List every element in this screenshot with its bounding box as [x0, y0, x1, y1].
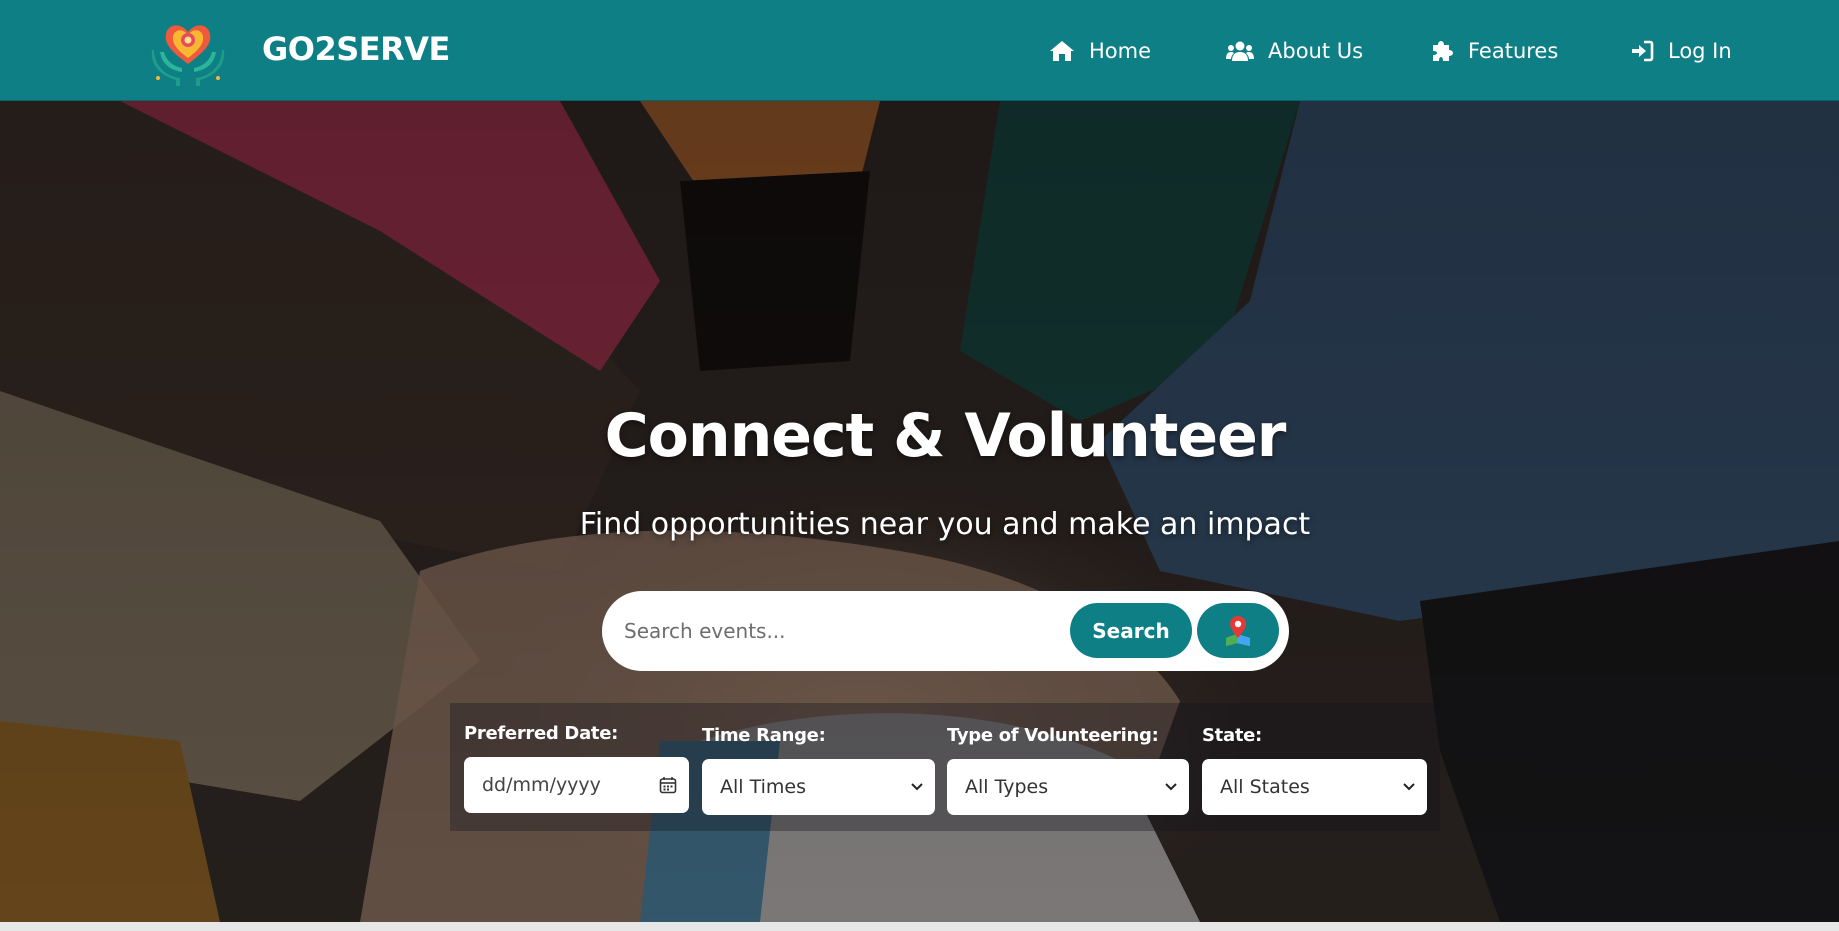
state-filter-select[interactable]: All States — [1202, 759, 1427, 815]
nav-log-in[interactable]: Log In — [1630, 34, 1732, 68]
map-search-button[interactable] — [1197, 603, 1279, 658]
filter-panel: Preferred Date: dd/mm/yyyy Time Range: A… — [450, 703, 1440, 831]
search-button[interactable]: Search — [1070, 603, 1192, 658]
home-icon — [1050, 41, 1074, 61]
map-pin-icon — [1226, 615, 1250, 646]
nav-log-in-label: Log In — [1668, 39, 1732, 63]
search-bar: Search — [602, 591, 1289, 671]
chevron-down-icon — [911, 783, 923, 791]
nav-home[interactable]: Home — [1049, 34, 1151, 68]
page-bottom-edge — [0, 922, 1839, 931]
nav-about-us[interactable]: About Us — [1226, 34, 1363, 68]
calendar-icon[interactable] — [659, 776, 677, 794]
search-input[interactable] — [624, 607, 1044, 655]
hero-title: Connect & Volunteer — [604, 401, 1287, 471]
nav-features[interactable]: Features — [1430, 34, 1558, 68]
state-filter-label: State: — [1202, 725, 1262, 746]
users-icon — [1226, 41, 1254, 61]
state-filter-value: All States — [1220, 776, 1310, 798]
time-filter-value: All Times — [720, 776, 806, 798]
date-filter-label: Preferred Date: — [464, 723, 619, 744]
sign-in-icon — [1632, 40, 1654, 62]
time-filter-label: Time Range: — [702, 725, 826, 746]
brand-name[interactable]: GO2SERVE — [262, 30, 450, 68]
chevron-down-icon — [1403, 783, 1415, 791]
type-filter-value: All Types — [965, 776, 1049, 798]
puzzle-icon — [1433, 41, 1453, 61]
date-filter-value: dd/mm/yyyy — [482, 774, 601, 796]
hero-subtitle: Find opportunities near you and make an … — [579, 507, 1311, 542]
chevron-down-icon — [1165, 783, 1177, 791]
type-filter-label: Type of Volunteering: — [947, 725, 1159, 746]
type-filter-select[interactable]: All Types — [947, 759, 1189, 815]
date-filter-input[interactable]: dd/mm/yyyy — [464, 757, 689, 813]
nav-about-us-label: About Us — [1268, 39, 1364, 63]
nav-features-label: Features — [1468, 39, 1559, 63]
hero-section: Connect & Volunteer Find opportunities n… — [0, 101, 1839, 922]
time-filter-select[interactable]: All Times — [702, 759, 935, 815]
top-navbar: GO2SERVE Home About Us Features Log In — [0, 0, 1839, 101]
heart-hands-logo[interactable] — [150, 14, 226, 86]
nav-home-label: Home — [1089, 39, 1152, 63]
